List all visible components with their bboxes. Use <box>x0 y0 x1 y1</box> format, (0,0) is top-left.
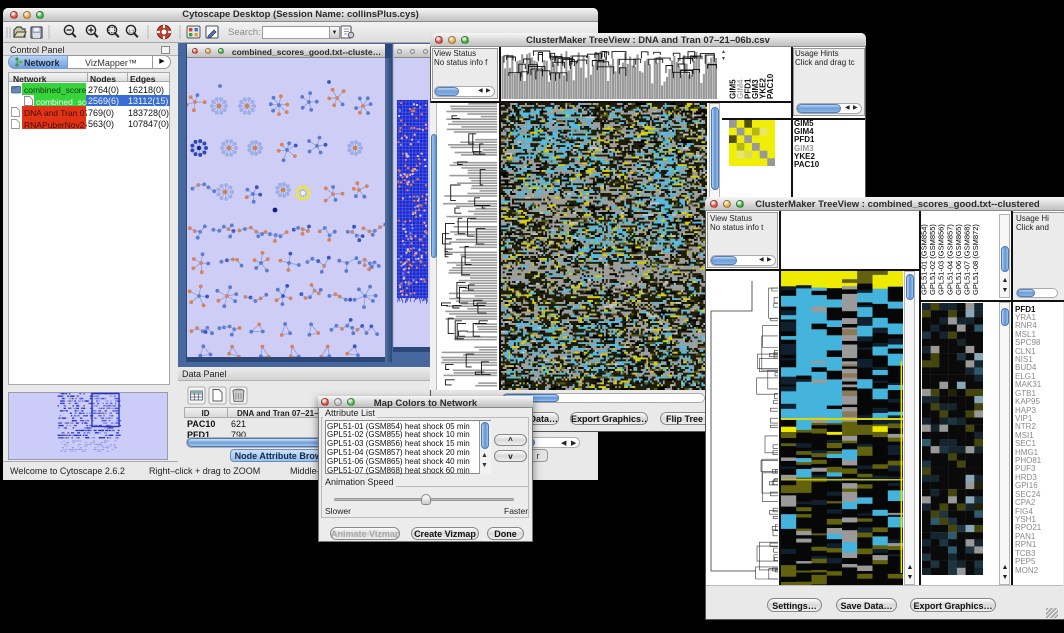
svg-text:GPL51-08 (GSM872): GPL51-08 (GSM872) <box>971 224 980 295</box>
